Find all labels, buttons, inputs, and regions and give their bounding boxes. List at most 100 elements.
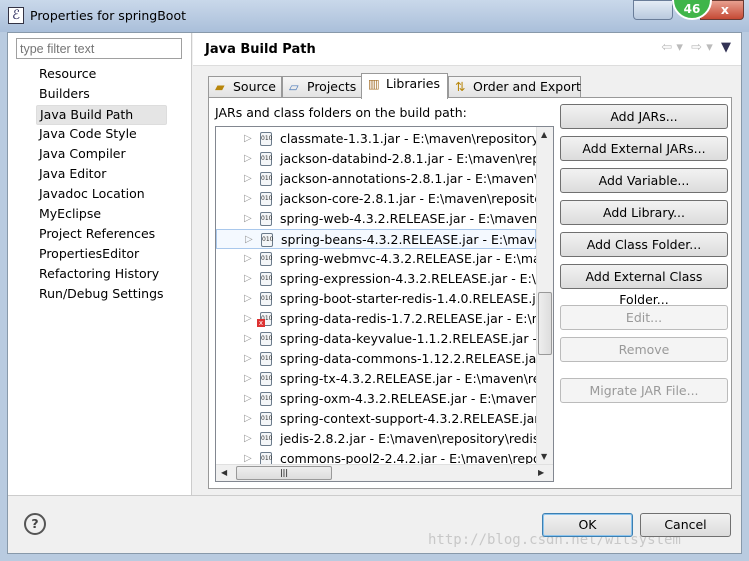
jar-icon: 010	[260, 172, 272, 186]
migrate-jar-file-button[interactable]: Migrate JAR File...	[560, 378, 728, 403]
expand-triangle-icon[interactable]: ▷	[244, 409, 252, 428]
library-item[interactable]: ▷ 010 spring-web-4.3.2.RELEASE.jar - E:\ma…	[216, 209, 553, 229]
library-item[interactable]: ▷ 010 spring-data-keyvalue-1.1.2.RELEASE.j…	[216, 329, 553, 349]
library-item[interactable]: ▷ 010 classmate-1.3.1.jar - E:\maven\repos…	[216, 129, 553, 149]
sidebar: ResourceBuildersJava Build PathJava Code…	[8, 33, 192, 495]
sidebar-item[interactable]: PropertiesEditor	[36, 245, 167, 265]
tab-label: Libraries	[386, 76, 440, 91]
sidebar-item[interactable]: Project References	[36, 225, 167, 245]
expand-triangle-icon[interactable]: ▷	[244, 389, 252, 408]
add-library-button[interactable]: Add Library...	[560, 200, 728, 225]
jar-icon: 010	[260, 192, 272, 206]
expand-triangle-icon[interactable]: ▷	[244, 369, 252, 388]
cancel-button[interactable]: Cancel	[640, 513, 731, 537]
library-item[interactable]: ▷ 010 jackson-core-2.8.1.jar - E:\maven\re…	[216, 189, 553, 209]
tab-order-and-export[interactable]: ⇅ Order and Export	[448, 76, 581, 98]
add-class-folder-button[interactable]: Add Class Folder...	[560, 232, 728, 257]
app-icon: ℰ	[8, 7, 24, 24]
tab-projects[interactable]: ▱ Projects	[282, 76, 362, 98]
view-menu-icon[interactable]: ▼	[721, 40, 731, 55]
library-label: classmate-1.3.1.jar - E:\maven\repositor…	[280, 131, 554, 146]
expand-triangle-icon[interactable]: ▷	[244, 189, 252, 208]
jar-icon: 010	[260, 272, 272, 286]
expand-triangle-icon[interactable]: ▷	[244, 149, 252, 168]
scroll-down-icon[interactable]: ▼	[541, 452, 547, 461]
vertical-scrollbar[interactable]: ▲ ▼	[536, 127, 553, 465]
scroll-right-icon[interactable]: ▶	[538, 468, 544, 477]
forward-arrow-icon[interactable]: ⇨ ▾	[691, 40, 713, 55]
horizontal-scrollbar[interactable]: ◀ ||| ▶	[216, 464, 553, 481]
filter-input[interactable]	[16, 38, 182, 59]
library-label: spring-web-4.3.2.RELEASE.jar - E:\maven\…	[280, 211, 554, 226]
library-item[interactable]: ▷ 010 spring-tx-4.3.2.RELEASE.jar - E:\mav…	[216, 369, 553, 389]
help-icon[interactable]: ?	[24, 513, 46, 535]
expand-triangle-icon[interactable]: ▷	[244, 129, 252, 148]
expand-triangle-icon[interactable]: ▷	[244, 309, 252, 328]
folder-icon: ▱	[289, 79, 299, 94]
horizontal-scroll-thumb[interactable]: |||	[236, 466, 332, 480]
expand-triangle-icon[interactable]: ▷	[244, 349, 252, 368]
jar-icon: 010	[260, 332, 272, 346]
library-tree[interactable]: ▷ 010 commons-pool2-2.4.2.jar - E:\maven\r…	[215, 126, 554, 482]
sidebar-item[interactable]: Run/Debug Settings	[36, 285, 167, 305]
library-item[interactable]: ▷ 010 spring-expression-4.3.2.RELEASE.jar …	[216, 269, 553, 289]
back-arrow-icon[interactable]: ⇦ ▾	[661, 40, 683, 55]
libraries-label: JARs and class folders on the build path…	[215, 105, 467, 120]
jar-icon: 010	[260, 372, 272, 386]
expand-triangle-icon[interactable]: ▷	[244, 249, 252, 268]
expand-triangle-icon[interactable]: ▷	[244, 269, 252, 288]
main-panel: Java Build Path ⇦ ▾ ⇨ ▾ ▼ ▰ Source ▱ Proje…	[193, 33, 741, 495]
library-label: spring-beans-4.3.2.RELEASE.jar - E:\mave…	[281, 232, 554, 247]
window-title: Properties for springBoot	[30, 8, 186, 23]
library-item[interactable]: ▷ 010 jedis-2.8.2.jar - E:\maven\repositor…	[216, 429, 553, 449]
library-item[interactable]: ▷ 010 jackson-annotations-2.8.1.jar - E:\m…	[216, 169, 553, 189]
remove-button[interactable]: Remove	[560, 337, 728, 362]
vertical-scroll-thumb[interactable]	[538, 292, 552, 355]
library-item[interactable]: ▷ 010 spring-data-redis-1.7.2.RELEASE.jar …	[216, 309, 553, 329]
jar-icon: 010	[260, 132, 272, 146]
library-item[interactable]: ▷ 010 spring-webmvc-4.3.2.RELEASE.jar - E:…	[216, 249, 553, 269]
library-item[interactable]: ▷ 010 spring-beans-4.3.2.RELEASE.jar - E:\…	[216, 229, 553, 249]
jar-icon: 010	[260, 392, 272, 406]
scroll-up-icon[interactable]: ▲	[541, 130, 547, 139]
tab-libraries[interactable]: ▥ Libraries	[361, 73, 448, 99]
expand-triangle-icon[interactable]: ▷	[244, 209, 252, 228]
sidebar-nav: Resource Builders Java Build Path Java Code…	[36, 65, 167, 305]
scroll-left-icon[interactable]: ◀	[221, 468, 227, 477]
sidebar-item[interactable]: MyEclipse	[36, 205, 167, 225]
tab-source[interactable]: ▰ Source	[208, 76, 282, 98]
add-external-class-folder-button[interactable]: Add External Class Folder...	[560, 264, 728, 307]
add-external-jars-button[interactable]: Add External JARs...	[560, 136, 728, 161]
library-books-icon: ▥	[368, 76, 380, 91]
ok-button[interactable]: OK	[542, 513, 633, 537]
expand-triangle-icon[interactable]: ▷	[244, 329, 252, 348]
expand-triangle-icon[interactable]: ▷	[245, 230, 253, 249]
sidebar-item[interactable]: Javadoc Location	[36, 185, 167, 205]
library-item[interactable]: ▷ 010 spring-boot-starter-redis-1.4.0.RELE…	[216, 289, 549, 309]
library-item[interactable]: ▷ 010 jackson-databind-2.8.1.jar - E:\mave…	[216, 149, 553, 169]
add-variable-button[interactable]: Add Variable...	[560, 168, 728, 193]
page-title: Java Build Path	[205, 42, 316, 57]
expand-triangle-icon[interactable]: ▷	[244, 429, 252, 448]
edit-button[interactable]: Edit...	[560, 305, 728, 330]
library-label: jackson-core-2.8.1.jar - E:\maven\reposi…	[280, 191, 554, 206]
sidebar-item[interactable]: Java Editor	[36, 165, 167, 185]
library-item[interactable]: ▷ 010 spring-oxm-4.3.2.RELEASE.jar - E:\ma…	[216, 389, 553, 409]
expand-triangle-icon[interactable]: ▷	[244, 289, 252, 308]
library-item[interactable]: ▷ 010 spring-data-commons-1.12.2.RELEASE.j…	[216, 349, 553, 369]
add-jars-button[interactable]: Add JARs...	[560, 104, 728, 129]
expand-triangle-icon[interactable]: ▷	[244, 169, 252, 188]
minimize-button[interactable]	[633, 0, 673, 20]
library-item[interactable]: ▷ 010 spring-context-support-4.3.2.RELEASE…	[216, 409, 553, 429]
sidebar-item[interactable]: Refactoring History	[36, 265, 167, 285]
jar-icon: 010	[257, 312, 272, 327]
sidebar-item[interactable]: Java Code Style	[36, 125, 167, 145]
jar-icon: 010	[260, 412, 272, 426]
sidebar-item[interactable]: Builders	[36, 85, 167, 105]
sidebar-item[interactable]: Java Compiler	[36, 145, 167, 165]
libraries-panel: JARs and class folders on the build path…	[208, 97, 732, 489]
sidebar-item[interactable]: Resource	[36, 65, 167, 85]
source-folder-icon: ▰	[215, 79, 225, 94]
library-label: spring-oxm-4.3.2.RELEASE.jar - E:\maven\…	[280, 391, 554, 406]
sidebar-item[interactable]: Java Build Path	[36, 105, 167, 125]
